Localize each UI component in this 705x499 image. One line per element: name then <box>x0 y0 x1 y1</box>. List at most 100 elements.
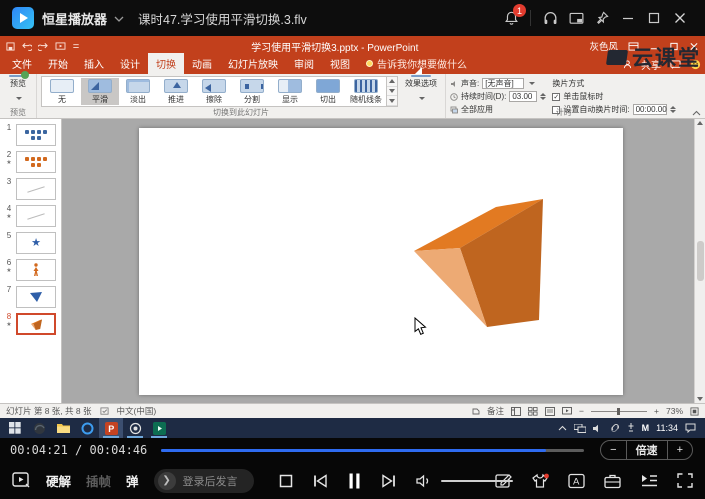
scrollbar-thumb[interactable] <box>697 241 704 281</box>
slide-canvas[interactable] <box>139 128 623 395</box>
toolbox-icon[interactable] <box>604 473 621 489</box>
slideshow-view-icon[interactable] <box>562 407 572 416</box>
on-mouse-click-option[interactable]: 单击鼠标时 <box>552 91 675 102</box>
link-icon[interactable] <box>610 423 620 433</box>
slide-thumb-6[interactable]: 6★ <box>2 259 59 282</box>
ime-mode-icon[interactable]: M <box>642 423 650 433</box>
slide-thumb-1[interactable]: 1 <box>2 124 59 147</box>
danmaku-toggle-button[interactable]: 弹 <box>126 471 139 490</box>
zoom-in-button[interactable]: + <box>654 406 659 416</box>
zoom-slider-thumb[interactable] <box>617 408 620 415</box>
zoom-out-button[interactable]: − <box>579 406 584 416</box>
gallery-scroll-up[interactable] <box>387 77 397 87</box>
transition-fade[interactable]: 淡出 <box>119 78 157 105</box>
input-pin-icon[interactable] <box>627 423 635 433</box>
transition-split[interactable]: 分割 <box>233 78 271 105</box>
video-frame[interactable]: 学习使用平滑切换3.pptx - PowerPoint 灰色风 文件 开始 插入… <box>0 36 705 438</box>
notification-bell-icon[interactable]: 1 <box>498 5 524 31</box>
app-menu-chevron-icon[interactable] <box>114 16 124 22</box>
reading-view-icon[interactable] <box>545 407 555 416</box>
tab-transitions[interactable]: 切换 <box>148 53 184 74</box>
volume-tray-icon[interactable] <box>593 424 603 433</box>
scroll-up-arrow-icon[interactable] <box>697 121 703 125</box>
tab-home[interactable]: 开始 <box>40 53 76 74</box>
taskbar-camtasia-icon[interactable] <box>147 418 171 438</box>
transition-none[interactable]: 无 <box>43 78 81 105</box>
tab-animations[interactable]: 动画 <box>184 53 220 74</box>
sound-dropdown[interactable]: [无声音] <box>482 78 524 89</box>
orange-3d-shape[interactable] <box>139 128 623 395</box>
tab-slideshow[interactable]: 幻灯片放映 <box>220 53 286 74</box>
frame-interp-button[interactable]: 插帧 <box>86 471 111 490</box>
slide-thumb-8[interactable]: 8★ <box>2 313 59 336</box>
spell-check-icon[interactable] <box>100 407 109 416</box>
speed-decrease-button[interactable]: − <box>601 442 625 458</box>
system-clock[interactable]: 11:34 <box>656 423 678 433</box>
danmaku-login-input[interactable]: ❯ 登录后发言 <box>154 469 254 493</box>
tray-expand-icon[interactable] <box>558 425 567 431</box>
notes-button[interactable]: 备注 <box>487 405 504 417</box>
taskbar-app-circle-icon[interactable] <box>75 418 99 438</box>
fit-to-window-icon[interactable] <box>690 407 699 416</box>
preview-button[interactable]: 预览 <box>4 76 32 107</box>
start-button[interactable] <box>3 418 27 438</box>
zoom-slider[interactable] <box>591 411 647 412</box>
pause-button[interactable] <box>348 473 361 489</box>
close-icon[interactable] <box>667 5 693 31</box>
file-explorer-icon[interactable] <box>51 418 75 438</box>
stop-button[interactable] <box>279 474 293 488</box>
tab-design[interactable]: 设计 <box>112 53 148 74</box>
seekbar[interactable] <box>161 449 584 452</box>
tab-review[interactable]: 审阅 <box>286 53 322 74</box>
tab-view[interactable]: 视图 <box>322 53 358 74</box>
subtitle-icon[interactable]: A <box>568 473 585 489</box>
skin-icon[interactable] <box>531 473 549 489</box>
mini-player-icon[interactable] <box>563 5 589 31</box>
scroll-down-arrow-icon[interactable] <box>697 397 703 401</box>
effect-options-button[interactable]: 效果选项 <box>401 76 441 107</box>
taskbar-browser-icon[interactable] <box>27 418 51 438</box>
transition-random-bars[interactable]: 随机线条 <box>347 78 385 105</box>
fullscreen-icon[interactable] <box>677 473 693 488</box>
pin-icon[interactable] <box>589 5 615 31</box>
taskbar-recorder-icon[interactable] <box>123 418 147 438</box>
ribbon-collapse-icon[interactable] <box>692 110 701 116</box>
sound-dropdown-caret-icon[interactable] <box>527 79 535 88</box>
duration-input[interactable]: 03.00 <box>509 91 537 102</box>
hw-decode-button[interactable]: 硬解 <box>46 471 71 490</box>
transition-morph[interactable]: 平滑 <box>81 78 119 105</box>
transition-reveal[interactable]: 显示 <box>271 78 309 105</box>
slide-sorter-view-icon[interactable] <box>528 407 538 416</box>
volume-icon[interactable] <box>416 474 432 488</box>
zoom-level[interactable]: 73% <box>666 406 683 416</box>
tab-insert[interactable]: 插入 <box>76 53 112 74</box>
slide-thumb-7[interactable]: 7 <box>2 286 59 309</box>
slide-thumb-5[interactable]: 5 ★ <box>2 232 59 255</box>
vertical-scrollbar[interactable] <box>694 119 705 403</box>
playlist-icon[interactable] <box>640 473 658 488</box>
taskbar-powerpoint-icon[interactable]: P <box>99 418 123 438</box>
maximize-icon[interactable] <box>641 5 667 31</box>
slide-thumb-3[interactable]: 3 <box>2 178 59 201</box>
duration-spinner[interactable] <box>540 93 546 100</box>
playlist-panel-icon[interactable] <box>12 472 31 489</box>
on-click-checkbox[interactable] <box>552 93 560 101</box>
speed-label[interactable]: 倍速 <box>626 440 668 460</box>
minimize-icon[interactable] <box>615 5 641 31</box>
gallery-more-button[interactable] <box>387 96 397 106</box>
display-icon[interactable] <box>574 424 586 433</box>
language-status[interactable]: 中文(中国) <box>117 405 157 417</box>
headset-icon[interactable] <box>537 5 563 31</box>
slide-thumb-2[interactable]: 2★ <box>2 151 59 174</box>
volume-slider[interactable] <box>441 480 513 482</box>
speed-increase-button[interactable]: + <box>668 442 692 458</box>
normal-view-icon[interactable] <box>511 407 521 416</box>
gallery-scroll-down[interactable] <box>387 87 397 97</box>
slide-thumb-4[interactable]: 4★ <box>2 205 59 228</box>
action-center-icon[interactable] <box>685 423 696 433</box>
transition-cut[interactable]: 切出 <box>309 78 347 105</box>
transition-wipe[interactable]: 擦除 <box>195 78 233 105</box>
next-button[interactable] <box>381 474 396 488</box>
transition-push[interactable]: 推进 <box>157 78 195 105</box>
previous-button[interactable] <box>313 474 328 488</box>
